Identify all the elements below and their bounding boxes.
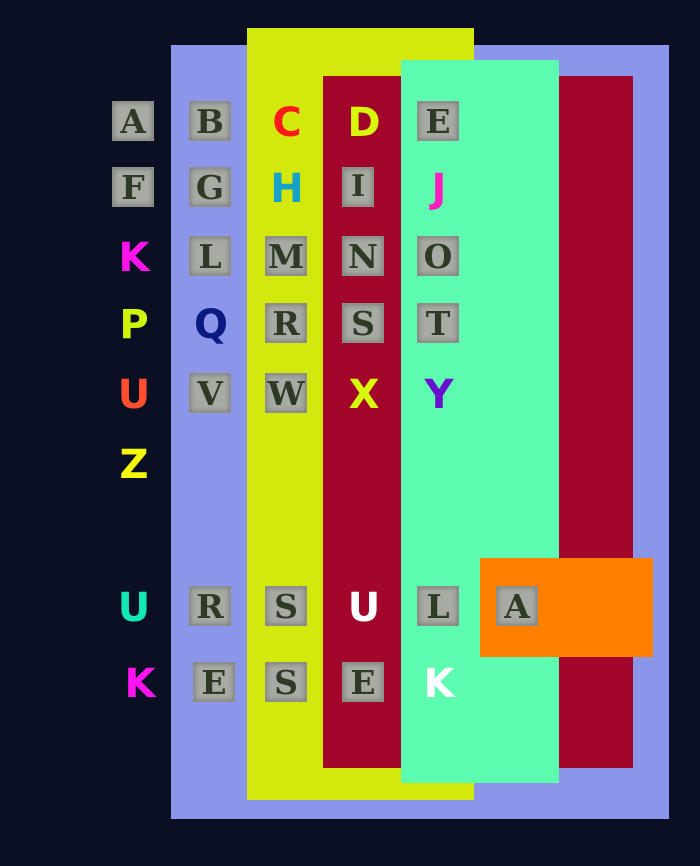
letter-tile-i: I (342, 167, 374, 207)
letter-tile-u: U (117, 372, 151, 418)
letter-tile-g: G (189, 167, 231, 207)
letter-tile-w: W (265, 373, 307, 413)
letter-tile-e: E (342, 662, 384, 702)
letter-tile-s: S (342, 303, 384, 343)
letter-tile-p: P (119, 302, 149, 348)
letter-tile-v: V (189, 373, 231, 413)
letter-tile-k: K (118, 235, 150, 281)
letter-tile-m: M (265, 236, 307, 276)
letter-tile-e: E (193, 662, 235, 702)
letter-tile-l: L (417, 586, 459, 626)
letter-tile-k: K (423, 661, 455, 707)
letter-tile-j: J (431, 166, 447, 212)
letter-tile-x: X (348, 372, 380, 418)
letter-tile-k: K (124, 661, 156, 707)
letter-tile-t: T (417, 303, 459, 343)
letter-tile-h: H (270, 166, 304, 212)
letter-tile-r: R (189, 586, 231, 626)
letter-tile-z: Z (119, 442, 149, 488)
letter-tile-s: S (265, 662, 307, 702)
letter-tile-s: S (265, 586, 307, 626)
letter-tile-d: D (347, 100, 381, 146)
letter-tile-a: A (496, 586, 538, 626)
letter-tile-u: U (117, 585, 151, 631)
letter-tile-c: C (272, 100, 302, 146)
letter-tile-l: L (189, 236, 231, 276)
letter-tile-q: Q (193, 302, 228, 348)
letter-tile-o: O (417, 236, 459, 276)
letter-tile-n: N (342, 236, 384, 276)
letter-tile-f: F (112, 167, 154, 207)
letter-tile-u: U (347, 585, 381, 631)
letter-tile-a: A (112, 101, 154, 141)
letter-tile-y: Y (424, 372, 454, 418)
letter-tile-b: B (189, 101, 231, 141)
letter-tile-e: E (417, 101, 459, 141)
letter-tile-r: R (265, 303, 307, 343)
